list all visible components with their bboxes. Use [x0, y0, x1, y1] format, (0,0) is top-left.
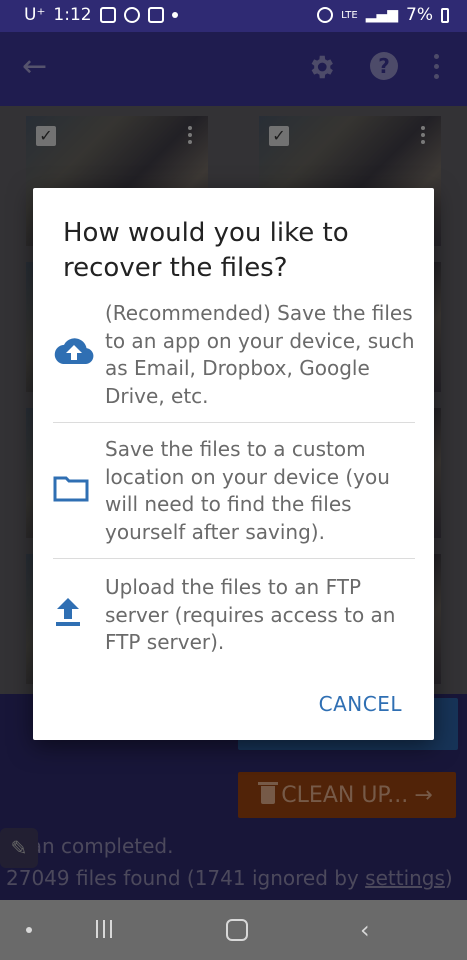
- system-nav-bar: ‹: [0, 900, 467, 960]
- time-label: 1:12: [53, 5, 92, 25]
- alarm-icon: [317, 7, 334, 23]
- carrier-label: U⁺: [24, 5, 46, 25]
- recover-files-dialog: How would you like to recover the files?…: [33, 188, 434, 740]
- option-save-custom-location[interactable]: Save the files to a custom location on y…: [53, 434, 415, 548]
- home-icon[interactable]: [226, 919, 248, 941]
- cloud-upload-icon: [54, 338, 94, 364]
- option-text: (Recommended) Save the files to an app o…: [105, 301, 415, 408]
- nav-back-icon[interactable]: ‹: [360, 916, 370, 944]
- chat-notification-icon: [123, 7, 140, 23]
- recents-icon[interactable]: [96, 920, 112, 938]
- clipboard-notification-icon: [147, 7, 164, 23]
- gallery-notification-icon: [99, 7, 116, 23]
- dialog-title: How would you like to recover the files?: [63, 218, 349, 283]
- more-notifications-icon: [171, 12, 178, 18]
- divider: [53, 558, 415, 559]
- upload-icon: [56, 598, 80, 626]
- battery-icon: [441, 7, 449, 23]
- signal-icon: ▂▄▆: [365, 7, 399, 23]
- option-save-to-app[interactable]: (Recommended) Save the files to an app o…: [53, 298, 415, 414]
- network-type-label: LTE: [341, 9, 358, 21]
- status-bar: U⁺ 1:12 LTE ▂▄▆ 7%: [0, 0, 467, 32]
- divider: [53, 422, 415, 423]
- cancel-button[interactable]: CANCEL: [319, 692, 402, 716]
- battery-label: 7%: [406, 5, 433, 25]
- nav-hide-dot-icon[interactable]: [26, 927, 32, 933]
- option-text: Upload the files to an FTP server (requi…: [105, 575, 396, 654]
- option-text: Save the files to a custom location on y…: [105, 437, 390, 544]
- folder-icon: [53, 476, 89, 502]
- option-upload-ftp[interactable]: Upload the files to an FTP server (requi…: [53, 572, 415, 662]
